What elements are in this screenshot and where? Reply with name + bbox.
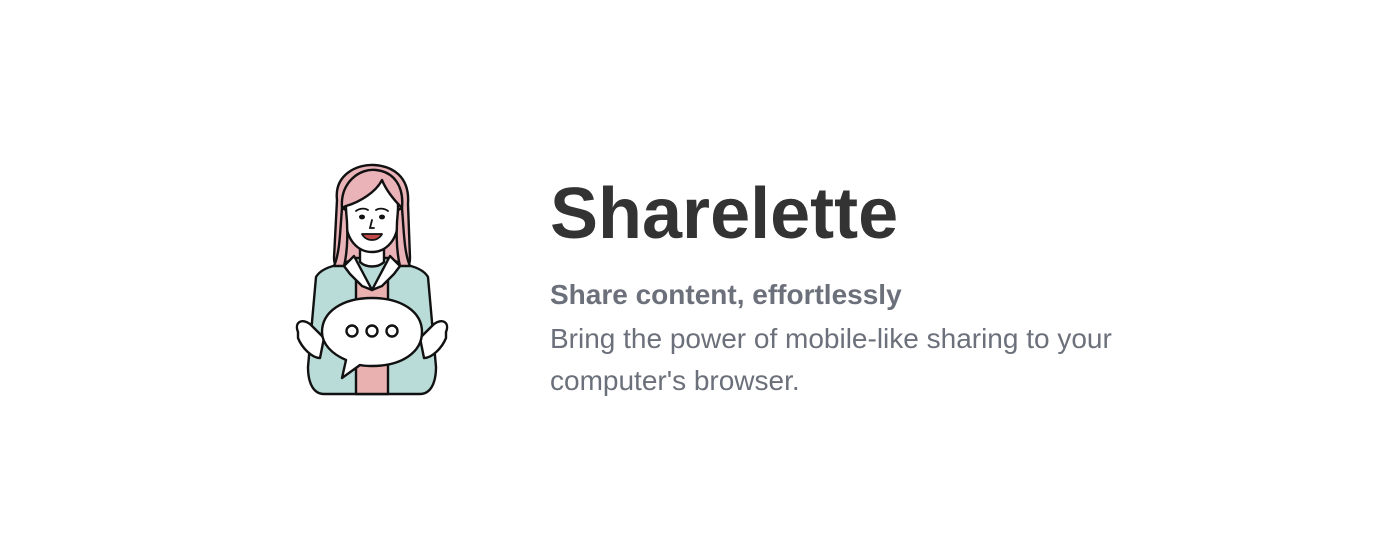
app-title: Sharelette xyxy=(550,174,899,254)
intro-text-block: Sharelette Share content, effortlessly B… xyxy=(550,172,1150,402)
woman-holding-speech-bubble-icon xyxy=(290,162,454,398)
tagline: Share content, effortlessly xyxy=(550,279,902,310)
page: Sharelette Share content, effortlessly B… xyxy=(0,0,1400,560)
description: Bring the power of mobile-like sharing t… xyxy=(550,323,1112,396)
